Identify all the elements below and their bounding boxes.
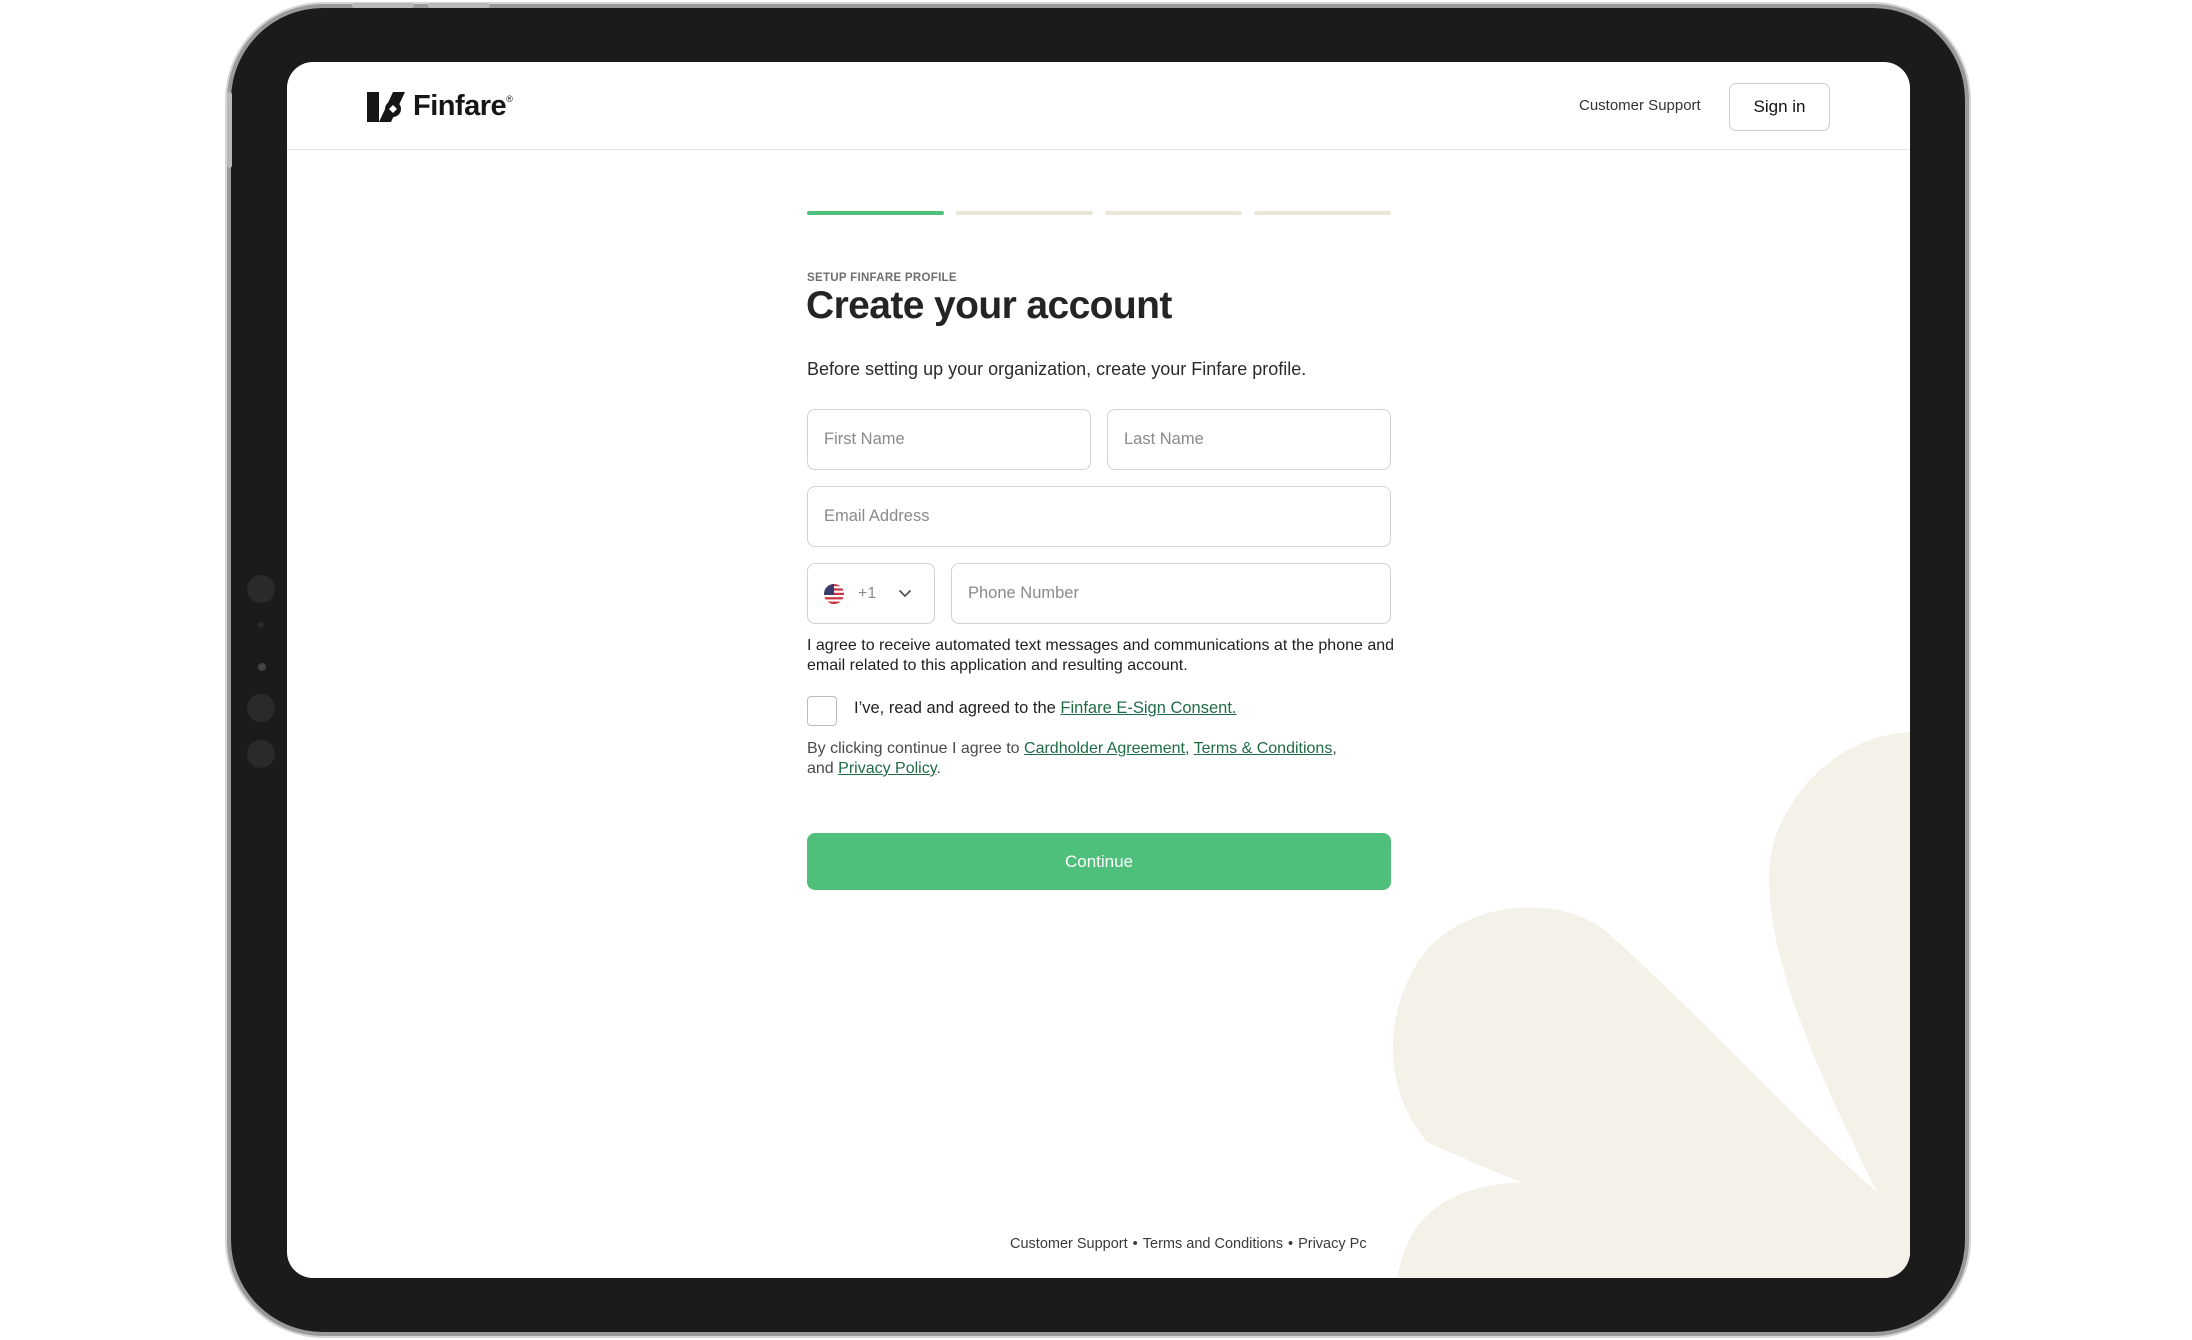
page-title: Create your account	[806, 284, 1172, 327]
esign-consent-label: I’ve, read and agreed to the Finfare E-S…	[854, 699, 1237, 717]
legal-agreement-text: By clicking continue I agree to Cardhold…	[807, 740, 1337, 777]
page-footer: Customer Support • Terms and Conditions • Pr…	[1010, 1236, 1367, 1252]
last-name-input[interactable]	[1107, 409, 1391, 470]
esign-consent-checkbox[interactable]	[807, 696, 837, 726]
tablet-top-button	[428, 3, 490, 8]
camera-dot	[247, 694, 275, 722]
us-flag-icon	[824, 583, 844, 604]
footer-terms-link[interactable]: Terms and Conditions	[1143, 1236, 1283, 1252]
footer-privacy-link[interactable]: Privacy Pc	[1298, 1236, 1367, 1252]
progress-step-3	[1105, 211, 1242, 215]
camera-dot	[247, 575, 275, 603]
customer-support-link[interactable]: Customer Support	[1579, 97, 1701, 114]
step-progress-bar	[807, 211, 1391, 215]
finfare-logo-icon	[367, 91, 405, 122]
progress-step-2	[956, 211, 1093, 215]
phone-number-input[interactable]	[951, 563, 1391, 624]
sign-in-button[interactable]: Sign in	[1729, 83, 1830, 131]
brand-name: Finfare®	[413, 90, 513, 122]
cardholder-agreement-link[interactable]: Cardholder Agreement,	[1024, 740, 1189, 757]
decorative-petal-shape	[1392, 732, 1910, 1278]
top-header: Finfare® Customer Support Sign in	[287, 62, 1910, 150]
country-code-select[interactable]: +1	[807, 563, 935, 624]
app-screen: Finfare® Customer Support Sign in SETUP …	[287, 62, 1910, 1278]
tablet-top-button	[352, 3, 414, 8]
country-dial-code: +1	[858, 584, 877, 602]
brand-logo[interactable]: Finfare®	[367, 90, 513, 123]
sms-consent-text: I agree to receive automated text messag…	[807, 637, 1395, 674]
esign-consent-link[interactable]: Finfare E-Sign Consent.	[1060, 699, 1236, 717]
progress-step-4	[1254, 211, 1391, 215]
first-name-input[interactable]	[807, 409, 1091, 470]
progress-step-1	[807, 211, 944, 215]
continue-button[interactable]: Continue	[807, 833, 1391, 890]
camera-dot	[247, 740, 275, 768]
privacy-policy-link[interactable]: Privacy Policy	[838, 760, 936, 777]
chevron-down-icon	[899, 589, 912, 597]
camera-dot	[258, 622, 264, 628]
terms-conditions-link[interactable]: Terms & Conditions	[1194, 740, 1333, 757]
email-input[interactable]	[807, 486, 1391, 547]
camera-dot	[258, 663, 266, 671]
tablet-side-button	[227, 92, 232, 168]
footer-support-link[interactable]: Customer Support	[1010, 1236, 1128, 1252]
page-subtitle: Before setting up your organization, cre…	[807, 359, 1307, 379]
form-eyebrow: SETUP FINFARE PROFILE	[807, 272, 957, 284]
